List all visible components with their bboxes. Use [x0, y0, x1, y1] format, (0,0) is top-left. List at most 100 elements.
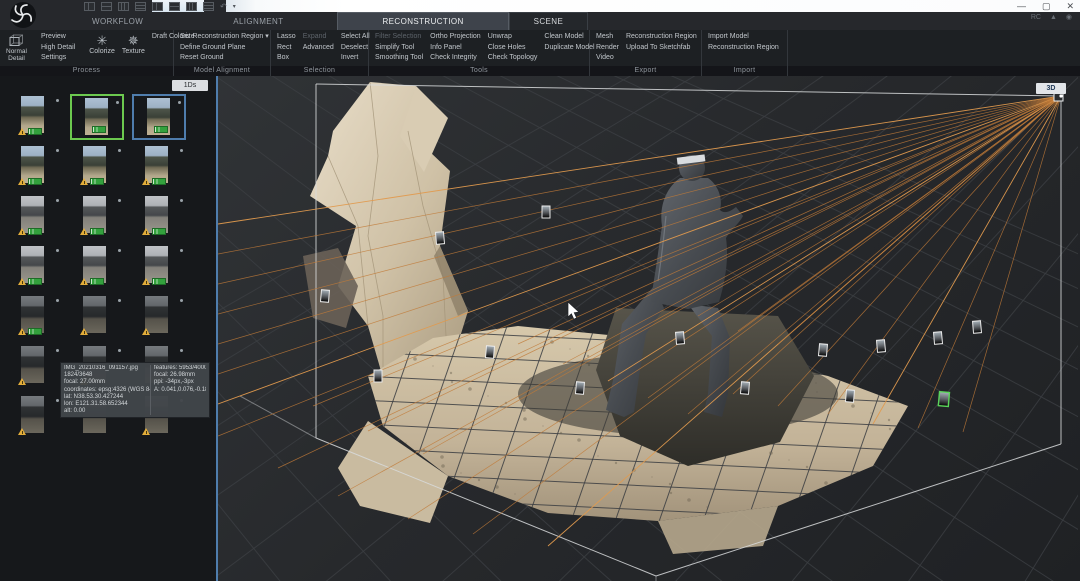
camera-marker[interactable] — [972, 321, 981, 334]
ribbon-button-upload-to-sketchfab[interactable]: Upload To Sketchfab — [626, 43, 697, 54]
image-thumbnail[interactable] — [132, 144, 186, 190]
ribbon-button-expand[interactable]: Expand — [303, 32, 334, 43]
ribbon-button-set-reconstruction-region[interactable]: Set Reconstruction Region ▾ — [180, 32, 269, 43]
camera-marker[interactable] — [485, 346, 494, 359]
ribbon-button-check-integrity[interactable]: Check Integrity — [430, 53, 481, 64]
image-thumbnail[interactable] — [132, 294, 186, 340]
images-panel-tab[interactable]: 1Ds — [172, 80, 208, 91]
layout-rows-icon[interactable] — [135, 2, 146, 11]
image-thumbnail[interactable] — [70, 194, 124, 240]
minimize-button[interactable]: — — [1017, 1, 1026, 11]
image-thumbnail[interactable] — [70, 294, 124, 340]
camera-marker[interactable] — [542, 206, 550, 218]
layout-split-icon[interactable] — [101, 2, 112, 11]
image-thumbnail[interactable] — [132, 194, 186, 240]
layout-single-icon[interactable] — [84, 2, 95, 11]
layout-quad-icon[interactable] — [203, 2, 214, 11]
status-dot — [56, 199, 59, 202]
ribbon-button-simplify-tool[interactable]: Simplify Tool — [375, 43, 423, 54]
ribbon-group-label-model-alignment: Model Alignment — [174, 66, 270, 76]
close-button[interactable]: ✕ — [1066, 1, 1074, 11]
camera-marker[interactable] — [320, 290, 329, 303]
camera-marker[interactable] — [374, 370, 382, 382]
warning-icon[interactable]: ▲ — [1050, 14, 1057, 22]
ribbon-button-mesh[interactable]: Mesh — [596, 32, 619, 43]
ribbon-button-define-ground-plane[interactable]: Define Ground Plane — [180, 43, 269, 54]
image-thumbnail[interactable] — [8, 294, 62, 340]
ribbon-tab-alignment[interactable]: ALIGNMENT — [219, 12, 297, 30]
image-thumbnail[interactable] — [8, 394, 62, 440]
camera-marker[interactable] — [818, 344, 827, 357]
ribbon-button-invert[interactable]: Invert — [341, 53, 370, 64]
camera-marker[interactable] — [675, 332, 684, 345]
colorize-button[interactable]: ✳ Colorize — [89, 32, 115, 66]
viewport-3d-tab[interactable]: 3D — [1036, 83, 1066, 94]
maximize-button[interactable]: ▢ — [1042, 1, 1051, 11]
ribbon-button-reset-ground[interactable]: Reset Ground — [180, 53, 269, 64]
camera-marker[interactable] — [845, 390, 854, 403]
ribbon-button-render[interactable]: Render — [596, 43, 619, 54]
camera-marker[interactable] — [933, 332, 942, 345]
layout-mixed-icon[interactable] — [186, 2, 197, 11]
ribbon-group-process: Normal Detail Preview High Detail Settin… — [0, 30, 174, 76]
ribbon-button-unwrap[interactable]: Unwrap — [488, 32, 538, 43]
qat-overflow-icon[interactable]: ▾ — [233, 4, 236, 10]
layout-columns-icon[interactable] — [169, 2, 180, 11]
image-thumbnail[interactable] — [132, 94, 186, 140]
ribbon-button-select-all[interactable]: Select All — [341, 32, 370, 43]
ribbon-button-settings[interactable]: Settings — [41, 53, 75, 64]
ribbon-button-high-detail[interactable]: High Detail — [41, 43, 75, 54]
rc-mini-logo-icon[interactable]: RC — [1031, 14, 1041, 22]
image-thumbnail[interactable] — [70, 244, 124, 290]
ribbon-button-close-holes[interactable]: Close Holes — [488, 43, 538, 54]
ribbon-button-info-panel[interactable]: Info Panel — [430, 43, 481, 54]
image-thumbnail[interactable] — [70, 94, 124, 140]
ribbon-button-clean-model[interactable]: Clean Model — [544, 32, 594, 43]
warning-triangle-icon — [18, 428, 26, 435]
ribbon: Normal Detail Preview High Detail Settin… — [0, 30, 1080, 76]
ribbon-button-reconstruction-region[interactable]: Reconstruction Region — [626, 32, 697, 43]
ribbon-button-preview[interactable]: Preview — [41, 32, 75, 43]
ribbon-button-duplicate-model[interactable]: Duplicate Model — [544, 43, 594, 54]
feature-count-badge — [28, 228, 42, 235]
camera-marker[interactable] — [876, 340, 885, 353]
ribbon-tab-workflow[interactable]: WORKFLOW — [78, 12, 157, 30]
image-thumbnail[interactable] — [8, 194, 62, 240]
ribbon-tab-reconstruction[interactable]: RECONSTRUCTION — [337, 12, 508, 30]
ribbon-button-ortho-projection[interactable]: Ortho Projection — [430, 32, 481, 43]
camera-marker[interactable] — [740, 382, 749, 395]
undo-icon[interactable]: ↶ — [220, 3, 227, 11]
image-thumbnail[interactable] — [8, 144, 62, 190]
warning-triangle-icon — [80, 278, 88, 285]
layout-grid-icon[interactable] — [118, 2, 129, 11]
help-globe-icon[interactable]: ◉ — [1066, 14, 1072, 22]
camera-marker[interactable] — [575, 382, 584, 395]
ribbon-tab-scene[interactable]: SCENE — [509, 12, 589, 30]
ribbon-button-deselect[interactable]: Deselect — [341, 43, 370, 54]
ribbon-button-check-topology[interactable]: Check Topology — [488, 53, 538, 64]
image-thumbnail[interactable] — [70, 144, 124, 190]
colorize-label: Colorize — [89, 48, 115, 56]
feature-count-badge — [90, 228, 104, 235]
ribbon-button-smoothing-tool[interactable]: Smoothing Tool — [375, 53, 423, 64]
image-thumbnail[interactable] — [8, 344, 62, 390]
viewport-3d[interactable]: 3D — [218, 76, 1080, 581]
app-logo-icon[interactable] — [8, 1, 38, 29]
ribbon-button-rect[interactable]: Rect — [277, 43, 296, 54]
ribbon-button-box[interactable]: Box — [277, 53, 296, 64]
image-thumbnail[interactable] — [8, 244, 62, 290]
normal-detail-button[interactable]: Normal Detail — [6, 32, 27, 66]
camera-marker-selected[interactable] — [938, 392, 949, 407]
status-dot — [180, 349, 183, 352]
ribbon-button-advanced[interactable]: Advanced — [303, 43, 334, 54]
image-thumbnail[interactable] — [8, 94, 62, 140]
layout-wide-icon[interactable] — [152, 2, 163, 11]
camera-marker[interactable] — [435, 232, 444, 245]
image-thumbnail[interactable] — [132, 244, 186, 290]
ribbon-button-reconstruction-region[interactable]: Reconstruction Region — [708, 43, 779, 54]
ribbon-button-import-model[interactable]: Import Model — [708, 32, 779, 43]
ribbon-button-video[interactable]: Video — [596, 53, 619, 64]
ribbon-button-filter-selection[interactable]: Filter Selection — [375, 32, 423, 43]
texture-button[interactable]: ✵ Texture — [122, 32, 145, 66]
ribbon-button-lasso[interactable]: Lasso — [277, 32, 296, 43]
